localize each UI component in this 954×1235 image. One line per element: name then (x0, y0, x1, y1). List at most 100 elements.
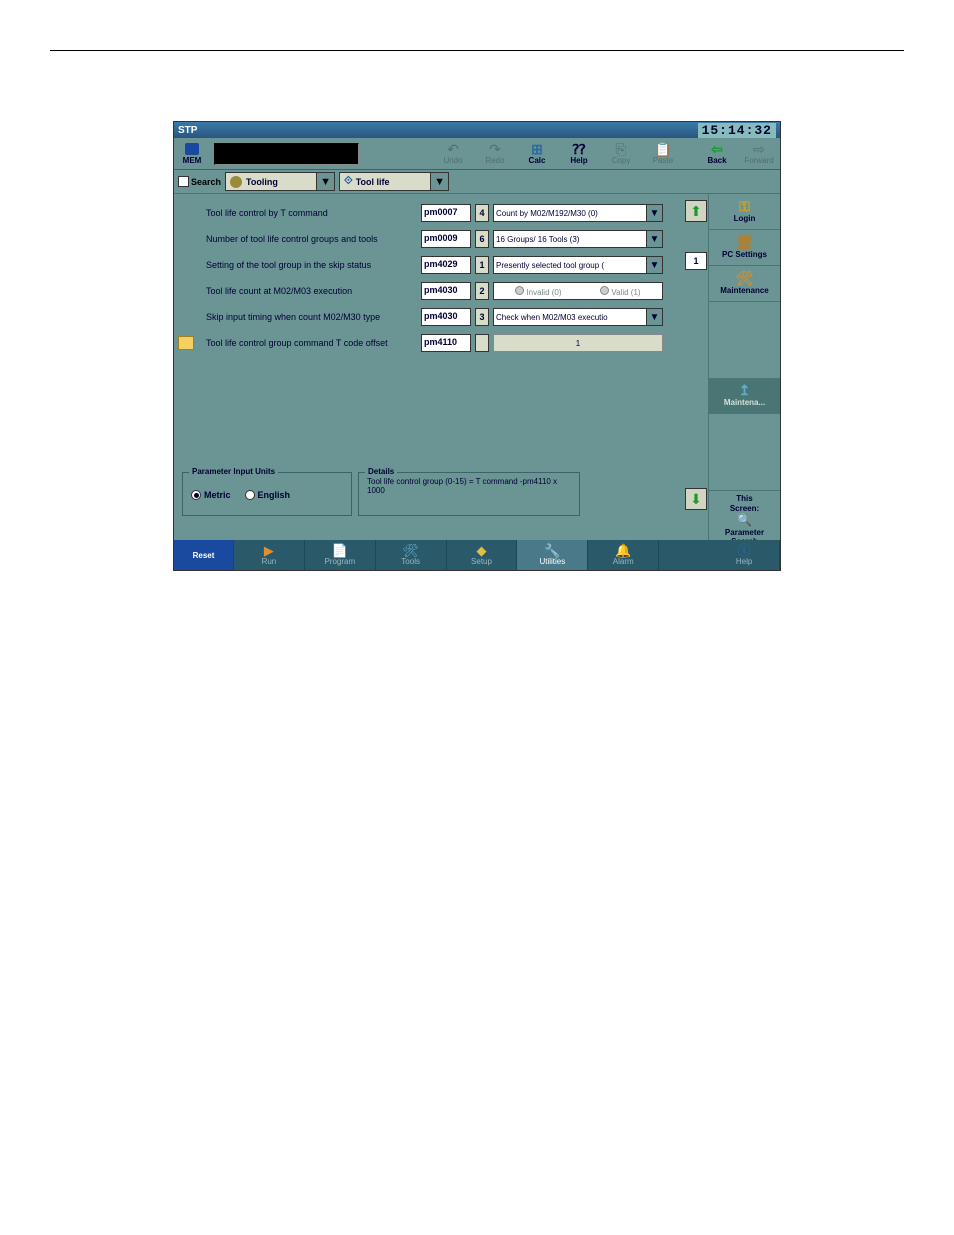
param-label: Setting of the tool group in the skip st… (182, 260, 417, 270)
details-fieldset: Details Tool life control group (0-15) =… (358, 472, 580, 516)
units-fieldset: Parameter Input Units Metric English (182, 472, 352, 516)
chevron-down-icon: ▼ (316, 173, 334, 190)
clock: 15:14:32 (698, 123, 776, 138)
details-text: Tool life control group (0-15) = T comma… (367, 477, 557, 495)
key-icon: ⚿ (739, 199, 750, 214)
param-index: 1 (475, 256, 489, 274)
tab-icon: ↥ (739, 383, 751, 398)
run-button[interactable]: ▶Run (234, 540, 305, 570)
param-code[interactable]: pm4110 (421, 334, 471, 352)
mem-icon (185, 143, 199, 155)
setup-button[interactable]: ◆Setup (447, 540, 518, 570)
setup-icon: ◆ (477, 544, 487, 557)
paste-icon: 📋 (654, 142, 671, 156)
param-value[interactable]: Check when M02/M03 executio▼ (493, 308, 663, 326)
page-up-button[interactable]: ⬆ (685, 200, 707, 222)
titlebar: STP 15:14:32 (174, 122, 780, 138)
undo-button[interactable]: ↶Undo (432, 139, 474, 169)
param-index: 6 (475, 230, 489, 248)
param-code[interactable]: pm0007 (421, 204, 471, 222)
program-icon: 📄 (332, 544, 348, 557)
param-value[interactable]: 16 Groups/ 16 Tools (3)▼ (493, 230, 663, 248)
category-dropdown[interactable]: Tooling ▼ (225, 172, 335, 191)
back-button[interactable]: ⇦Back (696, 139, 738, 169)
alarm-button[interactable]: 🔔Alarm (588, 540, 659, 570)
utilities-button[interactable]: 🔧Utilities (517, 540, 588, 570)
param-row: Number of tool life control groups and t… (182, 226, 676, 252)
redo-icon: ↷ (489, 142, 501, 156)
param-code[interactable]: pm4030 (421, 282, 471, 300)
search-icon: 🔍 (737, 513, 752, 527)
param-value[interactable]: 1 (493, 334, 663, 352)
checkbox-icon (178, 176, 189, 187)
tools-icon: 🛠 (402, 544, 419, 557)
cnc-control-screen: STP 15:14:32 MEM ↶Undo ↷Redo ⊞Calc ⁇Help… (173, 121, 781, 571)
undo-icon: ↶ (447, 142, 459, 156)
param-row: Tool life control by T command pm00074Cou… (182, 200, 676, 226)
toollife-icon: ⟐ (344, 175, 353, 188)
copy-button[interactable]: ⎘Copy (600, 139, 642, 169)
chevron-down-icon: ▼ (646, 231, 662, 247)
parameter-list: Tool life control by T command pm00074Cou… (174, 194, 684, 550)
param-label: Tool life count at M02/M03 execution (182, 286, 417, 296)
subcategory-dropdown[interactable]: ⟐ Tool life ▼ (339, 172, 449, 191)
param-index (475, 334, 489, 352)
param-index: 2 (475, 282, 489, 300)
page-number: 1 (685, 252, 707, 270)
copy-icon: ⎘ (615, 142, 626, 156)
param-index: 3 (475, 308, 489, 326)
reset-button[interactable]: Reset (174, 540, 234, 570)
calc-icon: ⊞ (531, 142, 543, 156)
paste-button[interactable]: 📋Paste (642, 139, 684, 169)
param-row: Skip input timing when count M02/M30 typ… (182, 304, 676, 330)
mode-indicator: STP (178, 125, 197, 136)
param-label: Skip input timing when count M02/M30 typ… (182, 312, 417, 322)
english-radio[interactable]: English (245, 490, 291, 500)
param-index: 4 (475, 204, 489, 222)
maintenance-tab[interactable]: ↥Maintena... (709, 378, 780, 414)
param-row: Setting of the tool group in the skip st… (182, 252, 676, 278)
utilities-icon: 🔧 (544, 544, 560, 557)
forward-icon: ⇨ (753, 142, 765, 156)
chevron-down-icon: ▼ (430, 173, 448, 190)
tooling-icon (230, 176, 242, 188)
alarm-icon: 🔔 (615, 544, 631, 557)
command-display[interactable] (214, 143, 359, 165)
search-bar: Search Tooling ▼ ⟐ Tool life ▼ (174, 170, 780, 194)
redo-button[interactable]: ↷Redo (474, 139, 516, 169)
chevron-down-icon: ▼ (646, 309, 662, 325)
mem-indicator: MEM (174, 139, 210, 169)
back-icon: ⇦ (711, 142, 723, 156)
param-code[interactable]: pm0009 (421, 230, 471, 248)
param-code[interactable]: pm4030 (421, 308, 471, 326)
search-checkbox[interactable]: Search (178, 176, 221, 187)
page-down-button[interactable]: ⬇ (685, 488, 707, 510)
page-nav: ⬆ 1 ⬇ (684, 194, 708, 550)
param-value[interactable]: Invalid (0)Valid (1) (493, 282, 663, 300)
login-button[interactable]: ⚿Login (709, 194, 780, 230)
maintenance-button[interactable]: 🛠Maintenance (709, 266, 780, 302)
pc-settings-button[interactable]: 🖥PC Settings (709, 230, 780, 266)
param-code[interactable]: pm4029 (421, 256, 471, 274)
forward-button[interactable]: ⇨Forward (738, 139, 780, 169)
param-row: Tool life control group command T code o… (182, 330, 676, 356)
tools-button[interactable]: 🛠Tools (376, 540, 447, 570)
metric-radio[interactable]: Metric (191, 490, 231, 500)
program-button[interactable]: 📄Program (305, 540, 376, 570)
pc-icon: 🖥 (736, 235, 754, 250)
chevron-down-icon: ▼ (646, 205, 662, 221)
help-button[interactable]: ⁇Help (558, 139, 600, 169)
info-icon: ⓘ (738, 544, 751, 557)
param-value[interactable]: Count by M02/M192/M30 (0)▼ (493, 204, 663, 222)
param-label: Tool life control by T command (182, 208, 417, 218)
param-label: Tool life control group command T code o… (182, 338, 417, 348)
help-icon: ⁇ (573, 142, 586, 156)
wrench-icon: 🛠 (736, 271, 754, 286)
param-value[interactable]: Presently selected tool group (▼ (493, 256, 663, 274)
calc-button[interactable]: ⊞Calc (516, 139, 558, 169)
chevron-down-icon: ▼ (646, 257, 662, 273)
note-icon (178, 336, 194, 350)
param-label: Number of tool life control groups and t… (182, 234, 417, 244)
help-button-bottom[interactable]: ⓘHelp (709, 540, 780, 570)
bottom-bar: Reset ▶Run 📄Program 🛠Tools ◆Setup 🔧Utili… (174, 540, 780, 570)
